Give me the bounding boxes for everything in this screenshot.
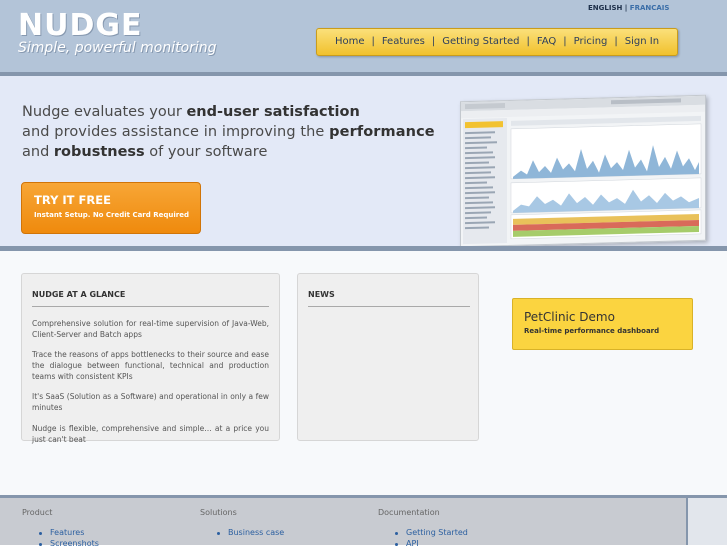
hero-line-3: and robustness of your software bbox=[22, 144, 268, 160]
news-title: NEWS bbox=[308, 290, 335, 299]
glance-paragraph-1: Comprehensive solution for real-time sup… bbox=[32, 319, 269, 339]
language-switcher: ENGLISH | FRANCAIS bbox=[588, 4, 669, 13]
bullet-icon bbox=[39, 532, 42, 535]
tagline: Simple, powerful monitoring bbox=[18, 40, 217, 56]
dashboard-preview-graphic bbox=[461, 95, 705, 245]
nav-features[interactable]: Features bbox=[382, 36, 425, 48]
bullet-icon bbox=[395, 532, 398, 535]
demo-title: PetClinic Demo bbox=[524, 310, 615, 324]
demo-subtitle: Real-time performance dashboard bbox=[524, 327, 660, 335]
glance-divider bbox=[32, 306, 269, 307]
glance-paragraph-2: Trace the reasons of apps bottlenecks to… bbox=[32, 350, 269, 381]
glance-panel: NUDGE AT A GLANCE Comprehensive solution… bbox=[21, 273, 280, 444]
footer-product-heading: Product bbox=[22, 508, 53, 517]
nav-getting-started[interactable]: Getting Started bbox=[442, 36, 519, 48]
lang-separator: | bbox=[624, 4, 628, 12]
hero-line-1: Nudge evaluates your end-user satisfacti… bbox=[22, 104, 360, 120]
nav-faq[interactable]: FAQ bbox=[537, 36, 556, 48]
petclinic-demo-button[interactable]: PetClinic Demo Real-time performance das… bbox=[512, 298, 693, 350]
news-panel: NEWS bbox=[297, 273, 479, 441]
footer: Product Features Screenshots Solutions B… bbox=[0, 498, 686, 548]
nav-pricing[interactable]: Pricing bbox=[574, 36, 608, 48]
nav-separator: | bbox=[371, 36, 375, 47]
nav-separator: | bbox=[526, 36, 530, 47]
lang-francais-link[interactable]: FRANCAIS bbox=[630, 4, 670, 12]
glance-paragraph-4: Nudge is flexible, comprehensive and sim… bbox=[32, 424, 269, 444]
footer-link-features[interactable]: Features bbox=[50, 528, 84, 538]
bullet-icon bbox=[217, 532, 220, 535]
hero-text: Nudge evaluates your end-user satisfacti… bbox=[22, 102, 442, 162]
glance-paragraph-3: It's SaaS (Solution as a Software) and o… bbox=[32, 392, 269, 412]
footer-solutions-heading: Solutions bbox=[200, 508, 237, 517]
lang-english-link[interactable]: ENGLISH bbox=[588, 4, 622, 12]
try-free-subtitle: Instant Setup. No Credit Card Required bbox=[34, 211, 189, 219]
news-divider bbox=[308, 306, 470, 307]
nav-separator: | bbox=[563, 36, 567, 47]
footer-side-panel bbox=[686, 498, 727, 545]
footer-link-business-case[interactable]: Business case bbox=[228, 528, 284, 538]
nav-home[interactable]: Home bbox=[335, 36, 365, 48]
nav-separator: | bbox=[614, 36, 618, 47]
nav-separator: | bbox=[431, 36, 436, 47]
hero-line-2: and provides assistance in improving the… bbox=[22, 124, 435, 140]
app-screenshot-image bbox=[460, 94, 706, 248]
footer-link-getting-started[interactable]: Getting Started bbox=[406, 528, 468, 538]
footer-documentation-heading: Documentation bbox=[378, 508, 440, 517]
logo[interactable]: NUDGE bbox=[18, 10, 143, 42]
main-nav: Home | Features | Getting Started | FAQ … bbox=[316, 28, 678, 56]
try-free-title: TRY IT FREE bbox=[34, 193, 111, 207]
nav-sign-in[interactable]: Sign In bbox=[625, 36, 659, 48]
try-free-button[interactable]: TRY IT FREE Instant Setup. No Credit Car… bbox=[21, 182, 201, 234]
header: NUDGE Simple, powerful monitoring ENGLIS… bbox=[0, 0, 727, 72]
glance-title: NUDGE AT A GLANCE bbox=[32, 290, 126, 299]
footer-link-screenshots[interactable]: Screenshots bbox=[50, 539, 99, 549]
footer-link-api[interactable]: API bbox=[406, 539, 419, 549]
